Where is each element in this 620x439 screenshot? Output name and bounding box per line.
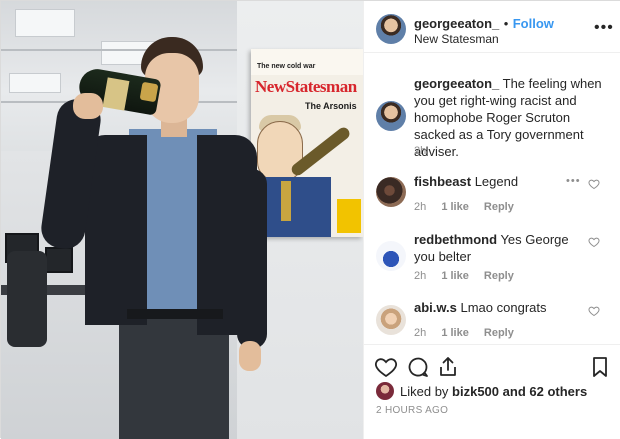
more-icon[interactable]: •••: [594, 19, 614, 37]
comment-time[interactable]: 2h: [414, 327, 426, 339]
ceiling-light: [15, 9, 75, 37]
comment-username[interactable]: georgeeaton_: [414, 76, 499, 91]
more-icon[interactable]: •••: [566, 175, 581, 187]
comment-item: fishbeast Legend ••• 2h 1 like Reply: [364, 165, 620, 223]
comment-username[interactable]: fishbeast: [414, 174, 471, 189]
ceiling-light: [9, 73, 61, 93]
comment-time[interactable]: 2h: [414, 270, 426, 282]
comment-meta: 2h 1 like Reply: [414, 327, 526, 339]
ceiling-grid-line: [1, 49, 237, 51]
person-belt: [127, 309, 223, 319]
heart-icon[interactable]: [374, 355, 398, 379]
avatar[interactable]: [376, 101, 406, 131]
avatar[interactable]: [376, 305, 406, 335]
reply-button[interactable]: Reply: [484, 327, 514, 339]
separator-dot: •: [503, 16, 509, 31]
avatar[interactable]: [376, 177, 406, 207]
poster-illustration-tie: [281, 181, 291, 221]
comment-text-block: abi.w.s Lmao congrats: [414, 299, 580, 316]
post-timestamp[interactable]: 2 HOURS AGO: [376, 405, 448, 416]
comment-text-block: fishbeast Legend: [414, 173, 574, 190]
reply-button[interactable]: Reply: [484, 270, 514, 282]
comment-time[interactable]: 2h: [414, 145, 426, 157]
bookmark-icon[interactable]: [588, 355, 612, 379]
liked-by-others[interactable]: and 62 others: [499, 384, 588, 399]
poster-headline: The Arsonis: [305, 101, 357, 111]
comment-username[interactable]: abi.w.s: [414, 300, 457, 315]
follow-button[interactable]: Follow: [513, 16, 554, 31]
comment-text-block: redbethmond Yes George you belter: [414, 231, 580, 265]
bottle-foil: [139, 81, 159, 103]
poster-top-band: [251, 49, 363, 75]
person-jacket: [197, 135, 257, 335]
liked-by-line: Liked by bizk500 and 62 others: [376, 381, 587, 401]
comment-text-block: georgeeaton_ The feeling when you get ri…: [414, 75, 614, 160]
avatar[interactable]: [376, 382, 394, 400]
comment-text: Lmao congrats: [460, 300, 547, 315]
reply-button[interactable]: Reply: [484, 201, 514, 213]
office-chair: [7, 251, 47, 347]
comment-icon[interactable]: [406, 355, 430, 379]
share-icon[interactable]: [436, 355, 460, 379]
post-side-panel: georgeeaton_ • Follow New Statesman ••• …: [363, 1, 620, 439]
post-location[interactable]: New Statesman: [414, 32, 499, 46]
comment-likes[interactable]: 1 like: [441, 270, 469, 282]
liked-by-prefix: Liked by: [400, 383, 453, 399]
poster-masthead: NewStatesman: [255, 77, 357, 96]
comment-item: redbethmond Yes George you belter 2h 1 l…: [364, 223, 620, 289]
person-trousers: [119, 319, 229, 439]
caption-comment: georgeeaton_ The feeling when you get ri…: [364, 61, 620, 161]
avatar[interactable]: [376, 241, 406, 271]
comment-meta: 2h: [414, 145, 438, 157]
action-bar: [364, 344, 620, 384]
avatar[interactable]: [376, 14, 406, 44]
comment-username[interactable]: redbethmond: [414, 232, 497, 247]
person-hand: [73, 93, 103, 119]
comment-text: Legend: [474, 174, 519, 189]
author-line: georgeeaton_ • Follow: [414, 15, 554, 33]
person-hand: [239, 341, 261, 371]
poster-kicker: The new cold war: [257, 63, 316, 70]
poster-badge: [337, 199, 361, 233]
comment-time[interactable]: 2h: [414, 201, 426, 213]
heart-icon[interactable]: [588, 178, 600, 190]
author-username[interactable]: georgeeaton_: [414, 16, 499, 31]
comment-item: abi.w.s Lmao congrats 2h 1 like Reply: [364, 295, 620, 345]
office-monitor: [45, 247, 73, 273]
heart-icon[interactable]: [588, 305, 600, 317]
instagram-post: The new cold war NewStatesman The Arsoni…: [0, 0, 620, 439]
post-photo[interactable]: The new cold war NewStatesman The Arsoni…: [1, 1, 363, 439]
post-header: georgeeaton_ • Follow New Statesman •••: [364, 1, 620, 53]
magazine-poster: The new cold war NewStatesman The Arsoni…: [251, 49, 363, 237]
comment-likes[interactable]: 1 like: [441, 201, 469, 213]
heart-icon[interactable]: [588, 236, 600, 248]
comment-likes[interactable]: 1 like: [441, 327, 469, 339]
comment-meta: 2h 1 like Reply: [414, 201, 526, 213]
liked-by-user[interactable]: bizk500: [452, 384, 499, 399]
comment-meta: 2h 1 like Reply: [414, 270, 526, 282]
